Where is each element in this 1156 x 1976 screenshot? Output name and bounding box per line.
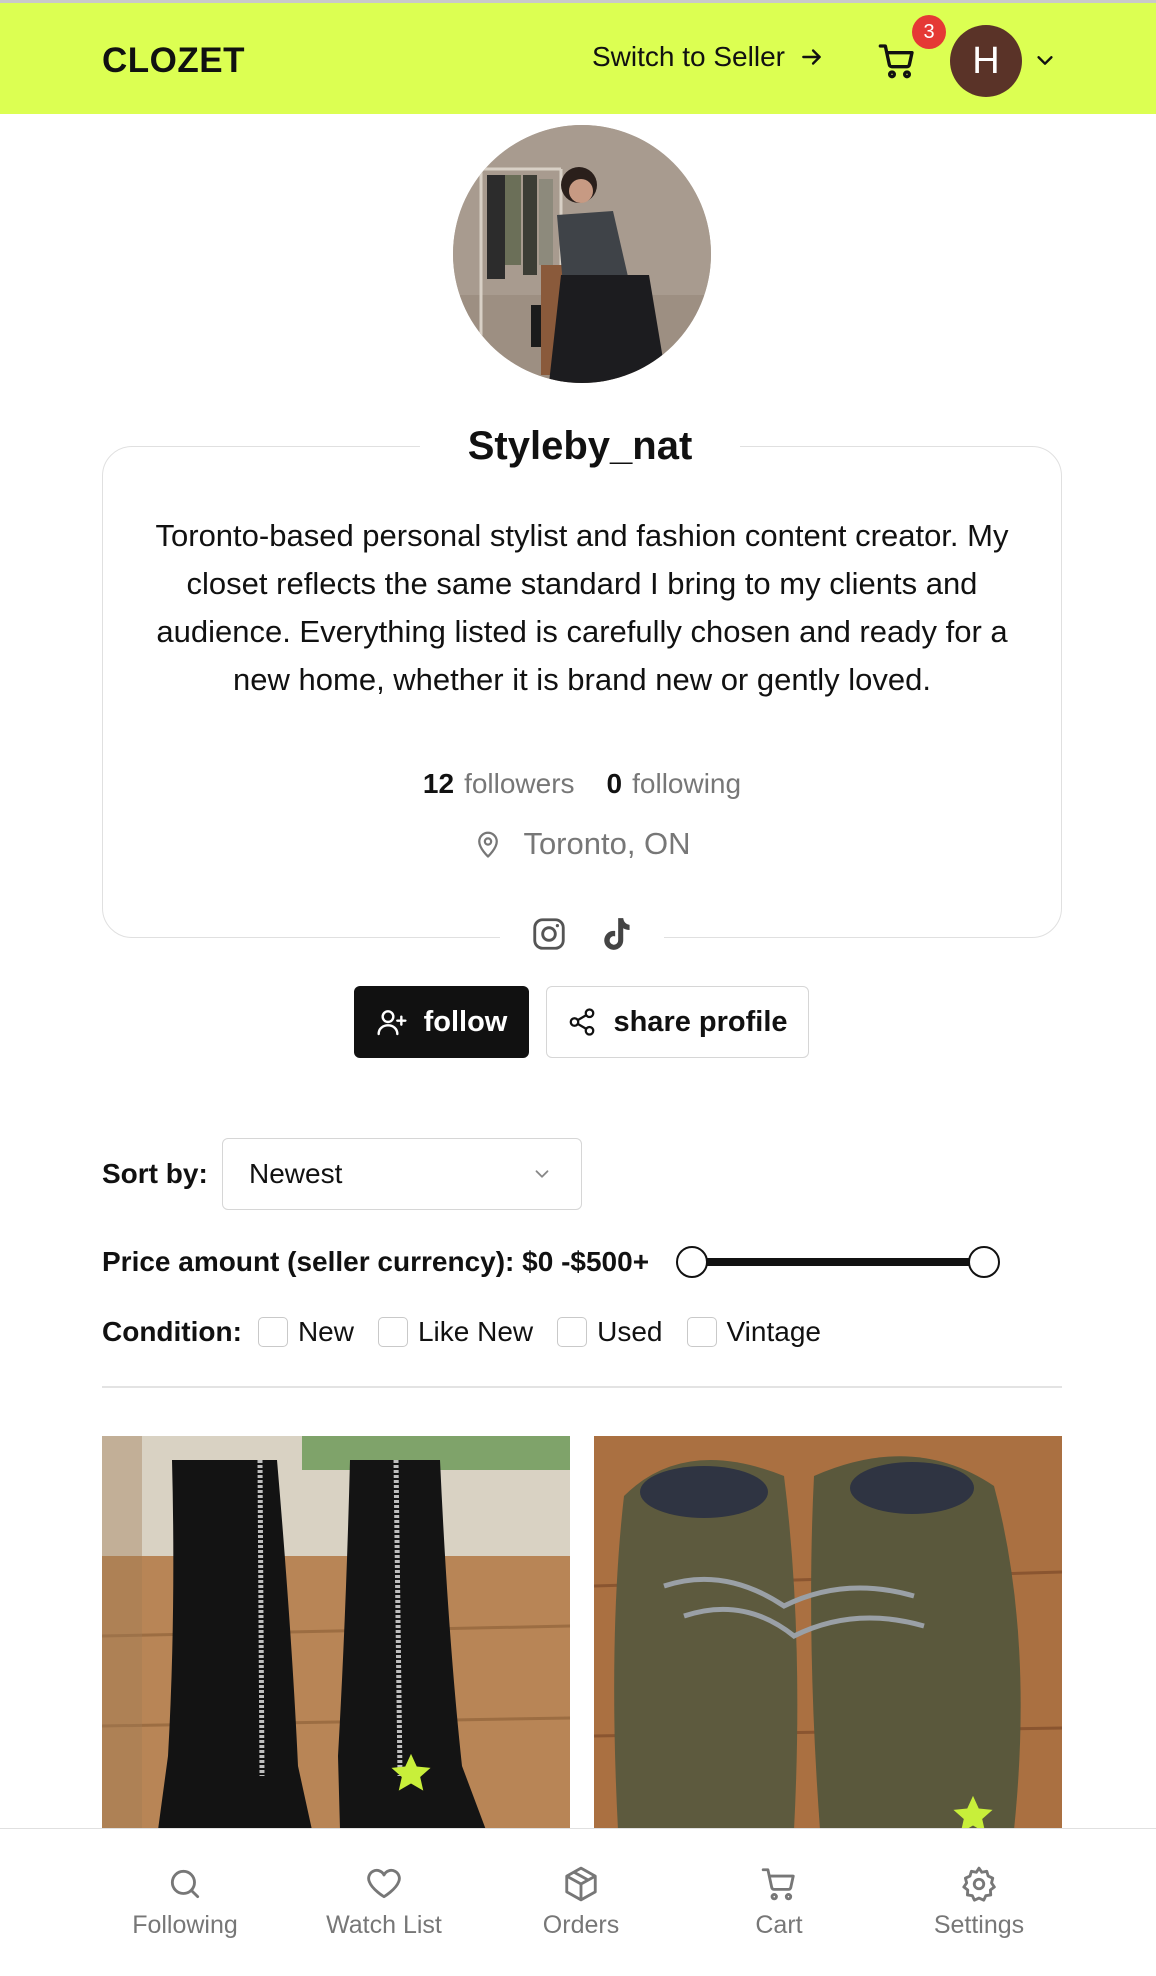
condition-option-used[interactable]: Used: [557, 1316, 663, 1348]
follow-button[interactable]: follow: [354, 986, 529, 1058]
nav-label: Watch List: [326, 1911, 442, 1939]
share-icon: [570, 1008, 595, 1036]
condition-option-new[interactable]: New: [257, 1316, 354, 1348]
search-icon: [170, 1869, 200, 1899]
slider-track: [692, 1258, 984, 1266]
header-cart-button[interactable]: 3: [876, 15, 946, 81]
listing-photo: [102, 1436, 570, 1830]
nav-item-cart[interactable]: Cart: [680, 1865, 878, 1940]
condition-filter: Condition: New Like New Used Vintage: [102, 1316, 845, 1348]
sort-label: Sort by:: [102, 1158, 208, 1189]
nav-label: Orders: [542, 1911, 620, 1939]
followers-label: followers: [464, 768, 575, 799]
slider-max-handle[interactable]: [968, 1246, 1000, 1278]
listing-photo: [594, 1436, 1062, 1830]
condition-option-label: Like New: [417, 1316, 534, 1347]
arrow-right-icon: [802, 49, 821, 65]
nav-item-settings[interactable]: Settings: [880, 1865, 1078, 1940]
gear-icon: [962, 1866, 996, 1902]
switch-to-seller-label: Switch to Seller: [592, 41, 785, 72]
share-profile-button[interactable]: share profile: [546, 986, 809, 1058]
cart-icon: [878, 44, 914, 79]
username: Styleby_nat: [467, 423, 693, 468]
nav-label: Settings: [933, 1911, 1025, 1939]
tiktok-icon[interactable]: [596, 915, 634, 953]
heart-icon: [367, 1868, 401, 1899]
profile-bio: Toronto-based personal stylist and fashi…: [155, 518, 1009, 697]
price-range-slider[interactable]: [676, 1246, 1000, 1278]
sort-value: Newest: [249, 1158, 343, 1189]
cart-icon: [761, 1868, 795, 1901]
chevron-down-icon: [535, 1170, 549, 1178]
checkbox[interactable]: [377, 1317, 408, 1347]
condition-option-label: New: [297, 1316, 354, 1347]
map-pin-icon: [478, 831, 499, 858]
condition-option-label: Vintage: [726, 1316, 821, 1347]
top-bar: CLOZET Switch to Seller 3 H: [0, 0, 1156, 114]
switch-to-seller-link[interactable]: Switch to Seller: [592, 41, 825, 73]
box-icon: [565, 1866, 597, 1902]
follow-stats: 12 followers 0 following: [0, 768, 1156, 800]
followers-stat[interactable]: 12 followers: [423, 768, 575, 800]
follow-label: follow: [423, 1005, 508, 1038]
condition-option-label: Used: [597, 1316, 663, 1347]
brand-logo[interactable]: CLOZET: [102, 41, 245, 81]
profile-photo: [453, 125, 711, 383]
checkbox[interactable]: [257, 1317, 288, 1347]
condition-option-like-new[interactable]: Like New: [377, 1316, 534, 1348]
following-count: 0: [606, 768, 623, 799]
slider-min-handle[interactable]: [676, 1246, 708, 1278]
following-label: following: [632, 768, 742, 799]
cart-count-badge: 3: [912, 15, 946, 49]
bottom-navigation: Following Watch List Orders Cart Setting…: [0, 1828, 1156, 1976]
listing-card[interactable]: [594, 1436, 1062, 1830]
following-stat[interactable]: 0 following: [607, 768, 742, 800]
checkbox[interactable]: [686, 1317, 717, 1347]
nav-item-following[interactable]: Following: [86, 1865, 284, 1940]
condition-label: Condition:: [102, 1316, 242, 1347]
nav-item-orders[interactable]: Orders: [482, 1865, 680, 1940]
nav-label: Following: [132, 1911, 238, 1939]
username-header: Styleby_nat: [420, 420, 740, 472]
divider: [102, 1386, 1062, 1388]
social-links: [500, 906, 664, 962]
condition-option-vintage[interactable]: Vintage: [686, 1316, 821, 1348]
nav-label: Cart: [755, 1911, 803, 1939]
location: Toronto, ON: [0, 826, 1156, 862]
followers-count: 12: [422, 768, 455, 799]
sort-select[interactable]: Newest: [222, 1138, 582, 1210]
star-icon[interactable]: [388, 1750, 434, 1796]
price-label: Price amount (seller currency): $0 -$500…: [102, 1246, 650, 1277]
star-icon[interactable]: [950, 1792, 996, 1830]
user-avatar[interactable]: H: [950, 25, 1022, 97]
location-text: Toronto, ON: [523, 826, 691, 861]
checkbox[interactable]: [557, 1317, 588, 1347]
chevron-down-icon[interactable]: [1034, 49, 1056, 71]
share-label: share profile: [613, 1005, 788, 1038]
listing-card[interactable]: [102, 1436, 570, 1830]
nav-item-watch-list[interactable]: Watch List: [285, 1865, 483, 1940]
user-plus-icon: [377, 1010, 407, 1036]
instagram-icon[interactable]: [530, 915, 568, 953]
